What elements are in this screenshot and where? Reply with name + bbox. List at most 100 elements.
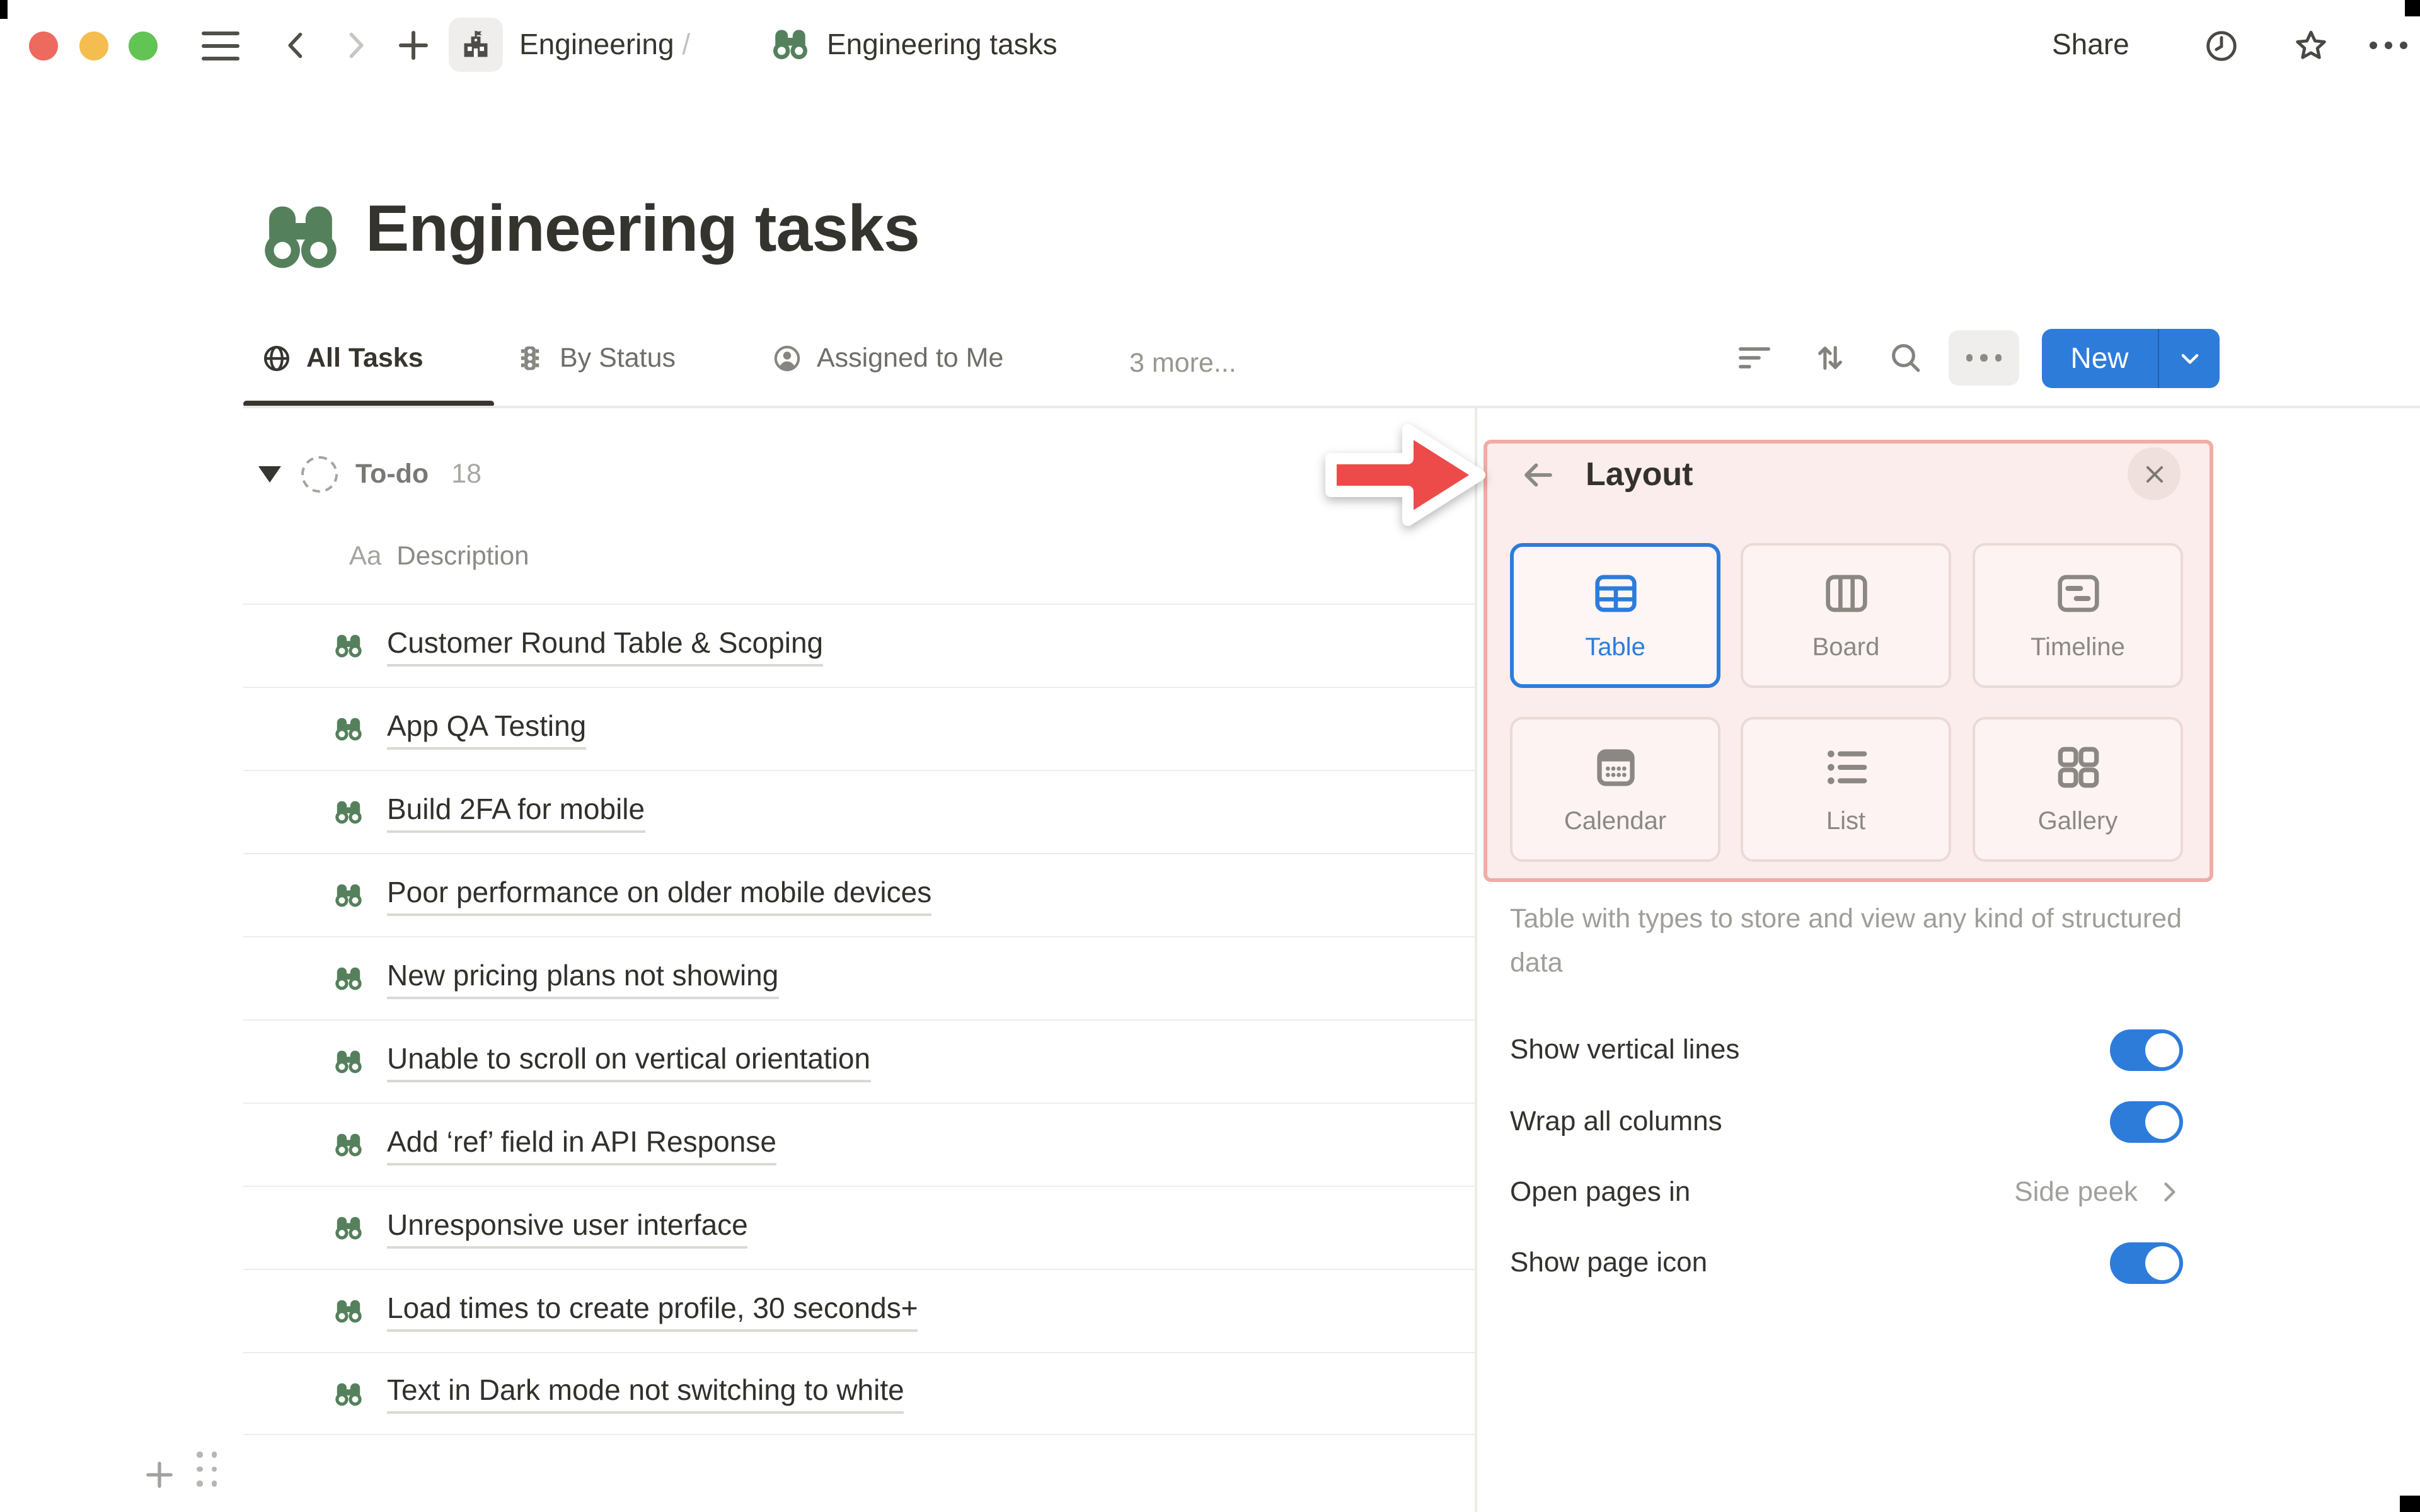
- setting-show-page-icon: Show page icon: [1510, 1235, 2183, 1290]
- tab-all-tasks[interactable]: All Tasks: [261, 343, 424, 374]
- task-title[interactable]: App QA Testing: [387, 709, 587, 749]
- layout-option-list[interactable]: List: [1741, 717, 1951, 862]
- open-pages-in-value: Side peek: [2014, 1176, 2138, 1207]
- table-row[interactable]: Add ‘ref’ field in API Response: [243, 1102, 1475, 1186]
- annotation-arrow-icon: [1325, 424, 1485, 526]
- calendar-layout-icon: [1596, 749, 1634, 786]
- task-title[interactable]: Unable to scroll on vertical orientation: [387, 1041, 871, 1082]
- task-title[interactable]: Unresponsive user interface: [387, 1208, 748, 1248]
- new-button[interactable]: New: [2042, 329, 2220, 388]
- clock-icon: [2206, 31, 2237, 61]
- new-button-label[interactable]: New: [2042, 329, 2157, 388]
- task-title[interactable]: Text in Dark mode not switching to white: [387, 1373, 904, 1414]
- layout-option-table[interactable]: Table: [1510, 543, 1720, 688]
- gallery-layout-icon: [2057, 747, 2099, 788]
- table-row[interactable]: Text in Dark mode not switching to white: [243, 1352, 1475, 1435]
- layout-option-gallery[interactable]: Gallery: [1973, 717, 2183, 862]
- tab-assigned-to-me[interactable]: Assigned to Me: [771, 343, 1003, 374]
- text-type-icon: Aa: [349, 542, 382, 571]
- layout-option-board[interactable]: Board: [1741, 543, 1951, 688]
- group-header-todo[interactable]: To-do 18: [258, 456, 481, 493]
- new-dropdown-button[interactable]: [2159, 329, 2220, 388]
- task-title[interactable]: Customer Round Table & Scoping: [387, 626, 824, 666]
- app-window: Engineering / Engineering tasks Share En…: [0, 0, 2420, 1512]
- filter-icon: [1739, 347, 1770, 369]
- column-header-description[interactable]: Aa Description: [349, 542, 529, 572]
- binoculars-icon: [334, 964, 363, 993]
- sort-icon: [1818, 346, 1842, 370]
- binoculars-icon: [334, 1297, 363, 1326]
- globe-icon: [263, 345, 290, 372]
- task-title[interactable]: Add ‘ref’ field in API Response: [387, 1125, 776, 1165]
- todo-status-icon: [301, 456, 338, 493]
- breadcrumb-workspace-icon-chip[interactable]: [449, 18, 503, 72]
- tab-by-status[interactable]: By Status: [514, 343, 676, 374]
- binoculars-icon: [334, 1213, 363, 1242]
- updates-button[interactable]: [2203, 28, 2240, 64]
- panel-back-button[interactable]: [1519, 456, 1557, 494]
- task-title[interactable]: Load times to create profile, 30 seconds…: [387, 1291, 918, 1331]
- screen-artifact: [2405, 0, 2420, 16]
- table-row[interactable]: Load times to create profile, 30 seconds…: [243, 1269, 1475, 1352]
- ellipsis-icon: [1966, 354, 2002, 362]
- collapse-triangle-icon[interactable]: [258, 466, 281, 483]
- traffic-light-minimize[interactable]: [79, 32, 108, 60]
- show-vertical-lines-toggle[interactable]: [2110, 1029, 2183, 1070]
- sidebar-menu-icon[interactable]: [202, 32, 239, 60]
- plus-icon: [399, 31, 428, 60]
- timeline-layout-icon: [2057, 575, 2099, 612]
- layout-option-timeline[interactable]: Timeline: [1973, 543, 2183, 688]
- add-row-button[interactable]: [141, 1457, 178, 1493]
- wrap-all-columns-toggle[interactable]: [2110, 1101, 2183, 1142]
- drag-handle-icon[interactable]: [197, 1452, 217, 1486]
- table-row[interactable]: Unable to scroll on vertical orientation: [243, 1019, 1475, 1102]
- view-options-button[interactable]: [1949, 330, 2019, 386]
- share-button[interactable]: Share: [2052, 28, 2129, 62]
- task-table: Customer Round Table & Scoping App QA Te…: [243, 604, 1475, 1435]
- traffic-light-zoom[interactable]: [129, 32, 158, 60]
- table-row[interactable]: App QA Testing: [243, 687, 1475, 770]
- binoculars-icon: [334, 881, 363, 910]
- table-row[interactable]: Poor performance on older mobile devices: [243, 853, 1475, 936]
- new-page-button[interactable]: [395, 26, 432, 64]
- setting-wrap-all-columns: Wrap all columns: [1510, 1094, 2183, 1149]
- breadcrumb-page[interactable]: Engineering tasks: [827, 28, 1057, 62]
- breadcrumb-section[interactable]: Engineering: [519, 28, 674, 60]
- table-row[interactable]: Customer Round Table & Scoping: [243, 604, 1475, 687]
- search-button[interactable]: [1888, 340, 1923, 375]
- board-layout-icon: [1825, 575, 1867, 612]
- forward-button[interactable]: [339, 29, 372, 62]
- table-row[interactable]: Build 2FA for mobile: [243, 770, 1475, 853]
- tabs-more-button[interactable]: 3 more...: [1129, 348, 1236, 379]
- table-row[interactable]: New pricing plans not showing: [243, 936, 1475, 1019]
- group-count: 18: [451, 459, 482, 489]
- screen-artifact: [0, 0, 8, 19]
- breadcrumb: Engineering /: [519, 28, 690, 62]
- breadcrumb-separator: /: [682, 28, 691, 60]
- setting-show-vertical-lines: Show vertical lines: [1510, 1022, 2183, 1077]
- back-button[interactable]: [280, 29, 313, 62]
- binoculars-icon: [334, 1379, 363, 1408]
- task-title[interactable]: New pricing plans not showing: [387, 958, 779, 999]
- setting-open-pages-in[interactable]: Open pages in Side peek: [1510, 1164, 2183, 1220]
- layout-option-calendar[interactable]: Calendar: [1510, 717, 1720, 862]
- favorite-button[interactable]: [2291, 26, 2331, 66]
- page-more-button[interactable]: [2370, 42, 2407, 49]
- plus-icon: [146, 1462, 173, 1488]
- page-icon[interactable]: [261, 197, 340, 276]
- sort-button[interactable]: [1812, 340, 1848, 375]
- show-page-icon-toggle[interactable]: [2110, 1242, 2183, 1283]
- search-icon: [1892, 344, 1920, 372]
- table-layout-icon: [1594, 575, 1636, 612]
- traffic-light-close[interactable]: [29, 32, 58, 60]
- task-title[interactable]: Poor performance on older mobile devices: [387, 875, 932, 915]
- list-layout-icon: [1827, 750, 1867, 784]
- breadcrumb-page-icon: [771, 25, 809, 63]
- task-title[interactable]: Build 2FA for mobile: [387, 792, 645, 832]
- star-icon: [2296, 30, 2326, 59]
- traffic-light-icon: [521, 346, 539, 370]
- table-row[interactable]: Unresponsive user interface: [243, 1186, 1475, 1269]
- panel-close-button[interactable]: [2128, 447, 2181, 500]
- close-icon: [2145, 465, 2163, 483]
- filter-button[interactable]: [1737, 340, 1772, 375]
